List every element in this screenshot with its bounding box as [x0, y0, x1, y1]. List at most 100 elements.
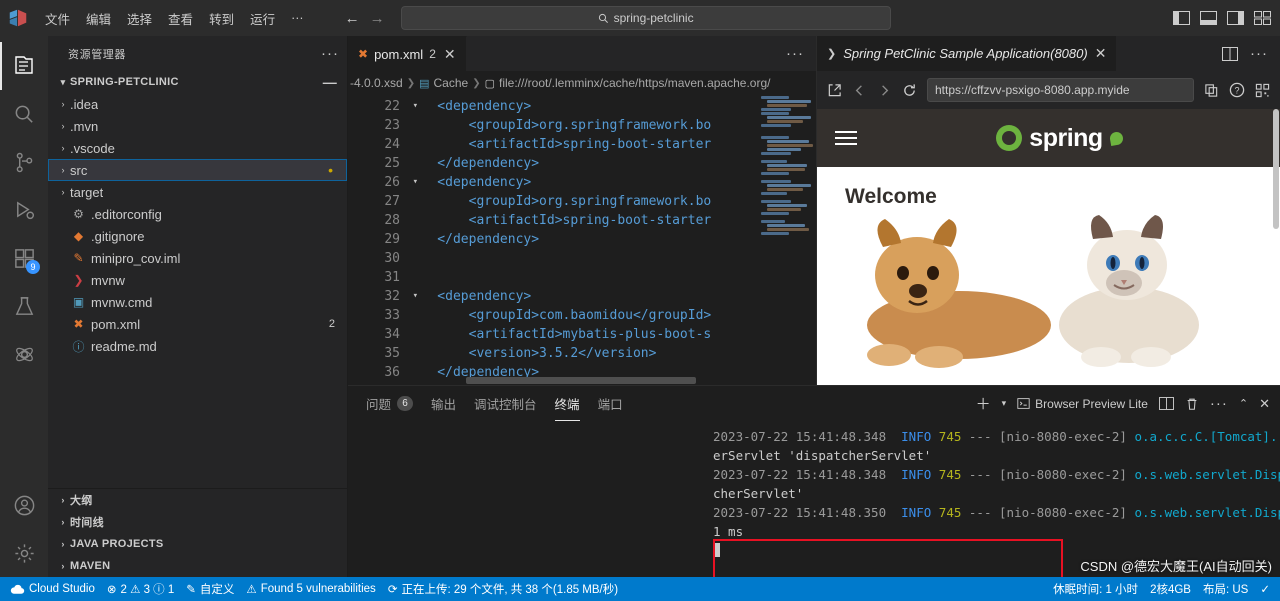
- menu-selection[interactable]: 选择: [120, 6, 159, 31]
- section-java-projects[interactable]: › JAVA PROJECTS: [48, 533, 347, 555]
- accounts-button[interactable]: [0, 481, 48, 529]
- menu-view[interactable]: 查看: [161, 6, 200, 31]
- arrow-left-icon[interactable]: [852, 83, 867, 98]
- breadcrumb-segment-cache[interactable]: ▤ Cache: [419, 76, 468, 90]
- menu-run[interactable]: 运行: [243, 6, 282, 31]
- status-resources[interactable]: 2核4GB: [1144, 577, 1197, 601]
- preview-vertical-scrollbar[interactable]: [1272, 109, 1280, 385]
- line-number: 30: [348, 249, 406, 268]
- breadcrumb-segment-xsd[interactable]: -4.0.0.xsd: [350, 76, 403, 90]
- tab-output[interactable]: 输出: [431, 386, 456, 421]
- split-icon[interactable]: [1158, 397, 1174, 410]
- section-outline[interactable]: › 大纲: [48, 489, 347, 511]
- external-link-icon[interactable]: [827, 83, 842, 98]
- minimap[interactable]: [754, 95, 816, 385]
- chevron-down-icon[interactable]: ▾: [1002, 398, 1007, 409]
- tree-item-target[interactable]: › target: [48, 181, 347, 203]
- status-cloud-studio[interactable]: Cloud Studio: [4, 577, 101, 601]
- menu-more[interactable]: ···: [284, 8, 311, 28]
- settings-gear-icon[interactable]: [0, 529, 48, 577]
- question-icon[interactable]: ?: [1229, 82, 1245, 98]
- tree-item-mvnw[interactable]: ❯ mvnw: [48, 269, 347, 291]
- url-input[interactable]: https://cffzvv-psxigo-8080.app.myide: [927, 78, 1194, 102]
- sidebar-item-run-and-debug[interactable]: [0, 186, 48, 234]
- close-icon[interactable]: ✕: [1259, 396, 1270, 412]
- explorer-sidebar: 资源管理器 ··· ▾ SPRING-PETCLINIC — › .idea ›…: [48, 36, 348, 577]
- hamburger-icon[interactable]: [835, 131, 857, 145]
- menu-edit[interactable]: 编辑: [79, 6, 118, 31]
- arrow-right-icon[interactable]: →: [370, 10, 385, 27]
- split-editor-icon[interactable]: [1222, 46, 1238, 61]
- tab-terminal[interactable]: 终端: [554, 386, 580, 421]
- browser-preview-lite-entry[interactable]: Browser Preview Lite: [1017, 397, 1148, 411]
- status-keyboard-layout[interactable]: 布局: US: [1197, 577, 1254, 601]
- cmd-file-icon: ▣: [72, 295, 85, 309]
- breadcrumb-segment-path[interactable]: ▢ file:///root/.lemminx/cache/https/mave…: [485, 76, 771, 90]
- status-customize[interactable]: ✎ 自定义: [180, 577, 240, 601]
- qr-icon[interactable]: [1255, 83, 1270, 98]
- tree-item-mvnw-cmd[interactable]: ▣ mvnw.cmd: [48, 291, 347, 313]
- toggle-primary-sidebar-icon[interactable]: [1173, 10, 1191, 26]
- arrow-left-icon[interactable]: ←: [345, 10, 360, 27]
- ellipsis-icon[interactable]: ···: [1210, 395, 1228, 412]
- sidebar-item-source-control[interactable]: [0, 138, 48, 186]
- chevron-up-icon[interactable]: ⌃: [1239, 397, 1248, 410]
- close-icon[interactable]: ✕: [444, 46, 456, 63]
- tree-item-gitignore[interactable]: ◆ .gitignore: [48, 225, 347, 247]
- status-sleep-timer[interactable]: 休眠时间: 1 小时: [1047, 577, 1144, 601]
- project-root-row[interactable]: ▾ SPRING-PETCLINIC —: [48, 71, 347, 93]
- log-level: INFO: [901, 467, 932, 482]
- toggle-secondary-sidebar-icon[interactable]: [1227, 10, 1245, 26]
- menu-file[interactable]: 文件: [38, 6, 77, 31]
- tab-ports[interactable]: 端口: [598, 386, 623, 421]
- search-input[interactable]: spring-petclinic: [400, 6, 891, 30]
- sidebar-item-explorer[interactable]: [0, 42, 48, 90]
- tab-problems[interactable]: 问题 6: [366, 386, 414, 421]
- fold-icon[interactable]: ▾: [413, 173, 418, 192]
- tree-item-pom-xml[interactable]: ✖ pom.xml 2: [48, 313, 347, 335]
- refresh-icon[interactable]: [902, 83, 917, 98]
- tree-item-iml[interactable]: ✎ minipro_cov.iml: [48, 247, 347, 269]
- tree-item-src[interactable]: › src •: [48, 159, 347, 181]
- plus-icon[interactable]: ＋: [976, 393, 991, 414]
- status-feedback[interactable]: ✓: [1254, 577, 1276, 601]
- editor-actions-ellipsis-icon[interactable]: ···: [774, 36, 816, 71]
- code-line: <groupId>org.springframework.bo: [406, 118, 712, 133]
- arrow-right-icon[interactable]: [877, 83, 892, 98]
- ellipsis-icon[interactable]: ···: [1250, 45, 1268, 62]
- navigation-arrows: ← →: [345, 10, 385, 27]
- copy-icon[interactable]: [1204, 83, 1219, 98]
- horizontal-scrollbar[interactable]: [406, 375, 796, 385]
- trash-icon[interactable]: [1185, 397, 1199, 411]
- menu-go[interactable]: 转到: [202, 6, 241, 31]
- sidebar-item-search[interactable]: [0, 90, 48, 138]
- tree-item-idea[interactable]: › .idea: [48, 93, 347, 115]
- fold-icon[interactable]: ▾: [413, 287, 418, 306]
- customize-layout-icon[interactable]: [1254, 10, 1272, 26]
- terminal-output[interactable]: 2023-07-22 15:41:48.348 INFO 745 --- [ni…: [348, 421, 1280, 577]
- ellipsis-icon[interactable]: ···: [321, 45, 339, 62]
- close-icon[interactable]: ✕: [1095, 45, 1107, 62]
- fold-icon[interactable]: ▾: [413, 97, 418, 116]
- tree-item-readme[interactable]: ⓘ readme.md: [48, 335, 347, 357]
- sidebar-item-extensions[interactable]: 9: [0, 234, 48, 282]
- toggle-panel-icon[interactable]: [1200, 10, 1218, 26]
- status-problems[interactable]: ⊗ 2 ⚠ 3 ⓘ 1: [101, 577, 180, 601]
- scrollbar-thumb[interactable]: [1273, 109, 1279, 229]
- status-vulnerabilities[interactable]: ⚠ Found 5 vulnerabilities: [240, 577, 381, 601]
- preview-webview[interactable]: spring Welcome: [817, 109, 1280, 385]
- sidebar-item-remote-explorer[interactable]: [0, 330, 48, 378]
- minus-icon[interactable]: —: [323, 74, 337, 90]
- tree-item-editorconfig[interactable]: ⚙ .editorconfig: [48, 203, 347, 225]
- scrollbar-thumb[interactable]: [466, 377, 696, 384]
- code-area[interactable]: 22 ▾ 23 24 25 26 ▾ 27 28 29 30 31 32 ▾ 33: [348, 95, 816, 385]
- status-upload-progress[interactable]: ⟳ 正在上传: 29 个文件, 共 38 个(1.85 MB/秒): [382, 577, 624, 601]
- section-timeline[interactable]: › 时间线: [48, 511, 347, 533]
- tab-browser-preview[interactable]: ❯ Spring PetClinic Sample Application(80…: [817, 36, 1117, 71]
- tree-item-vscode[interactable]: › .vscode: [48, 137, 347, 159]
- tab-debug-console[interactable]: 调试控制台: [474, 386, 537, 421]
- tab-pom-xml[interactable]: ✖ pom.xml 2 ✕: [348, 36, 467, 71]
- section-maven[interactable]: › MAVEN: [48, 555, 347, 577]
- sidebar-item-testing[interactable]: [0, 282, 48, 330]
- tree-item-mvn[interactable]: › .mvn: [48, 115, 347, 137]
